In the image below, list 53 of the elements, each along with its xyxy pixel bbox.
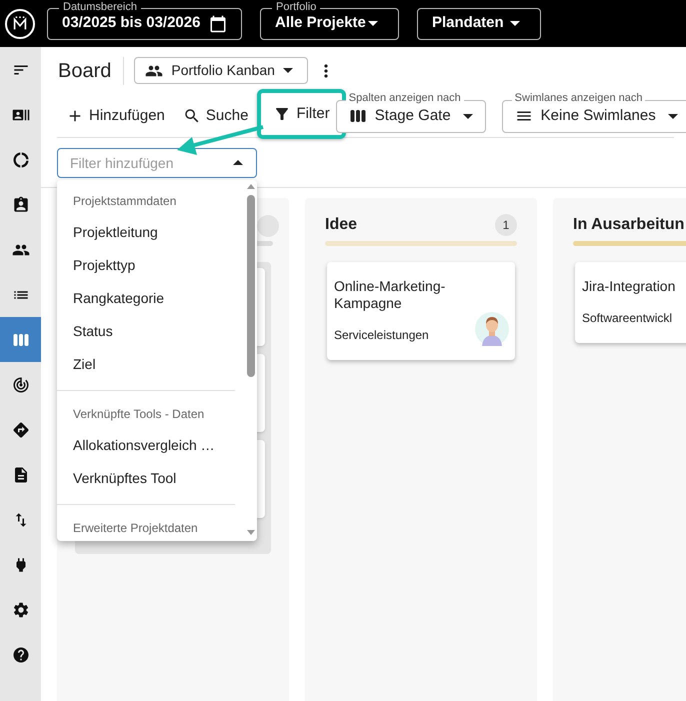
toolbar-button[interactable]: Hinzufügen [57, 99, 174, 133]
menu-item[interactable]: Projekttyp [57, 249, 245, 282]
field-label: Portfolio [272, 0, 320, 14]
caret-icon [510, 21, 520, 26]
caret-icon [462, 114, 473, 118]
field-value: Alle Projekte [275, 13, 366, 34]
toolbar-button[interactable]: Suche [174, 99, 258, 133]
field-value: Plandaten [432, 13, 504, 34]
card-subtitle: Softwareentwickl [582, 310, 672, 327]
calendar-icon [209, 14, 227, 32]
count-badge [257, 215, 279, 237]
menu-group-heading: Projektstammdaten [72, 193, 178, 210]
card-subtitle: Serviceleistungen [334, 327, 429, 344]
column-title: In Ausarbeitun [573, 215, 684, 235]
filter-input[interactable]: Filter hinzufügen [57, 148, 257, 178]
menu-group-heading: Verknüpfte Tools - Daten [72, 406, 206, 423]
column-title: Idee [325, 215, 358, 235]
field-value: 03/2025 bis 03/2026 [62, 13, 200, 34]
settings-icon [12, 600, 30, 618]
field-label: Spalten anzeigen nach [346, 92, 464, 104]
menu-item[interactable]: Allokationsvergleich … [57, 429, 235, 462]
logo-icon [5, 8, 35, 38]
count-badge: 1 [495, 214, 517, 236]
caret-icon [368, 21, 378, 26]
scroll-up-icon[interactable] [246, 182, 256, 190]
project-card[interactable]: Jira-Integration Softwareentwickl [575, 262, 686, 343]
target-icon [12, 376, 30, 394]
clipboard-person-icon [12, 196, 30, 214]
select-field[interactable]: Plandaten [417, 8, 541, 40]
menu-item[interactable]: Projektleitung [57, 216, 245, 249]
caret-icon [668, 114, 678, 118]
project-card[interactable]: Online-Marketing-Kampagne Serviceleistungen [327, 262, 515, 360]
page-title: Board [58, 56, 124, 84]
scroll-down-icon[interactable] [246, 529, 256, 537]
menu-group-heading: Erweiterte Projektdaten [72, 520, 199, 537]
caret-icon [233, 160, 243, 164]
field-label: Swimlanes anzeigen nach [512, 92, 646, 104]
help-icon [12, 646, 30, 664]
menu-item[interactable]: Status [57, 315, 245, 348]
field-label: Datumsbereich [59, 0, 141, 14]
ring-icon [12, 150, 30, 168]
menu-item[interactable]: Verknüpftes Tool [57, 462, 235, 495]
columns-icon [348, 107, 367, 125]
caret-icon [283, 68, 294, 73]
scrollbar-thumb[interactable] [247, 195, 255, 377]
card-title: Jira-Integration [582, 278, 676, 295]
menu-item[interactable]: Rangkategorie [57, 282, 245, 315]
view-select[interactable]: Portfolio Kanban [134, 57, 308, 84]
avatar-icon [475, 312, 509, 346]
direction-sign-icon [12, 420, 30, 438]
search-icon [182, 107, 201, 125]
card-title: Online-Marketing-Kampagne [334, 278, 446, 312]
menu-item[interactable]: Ziel [57, 348, 245, 381]
